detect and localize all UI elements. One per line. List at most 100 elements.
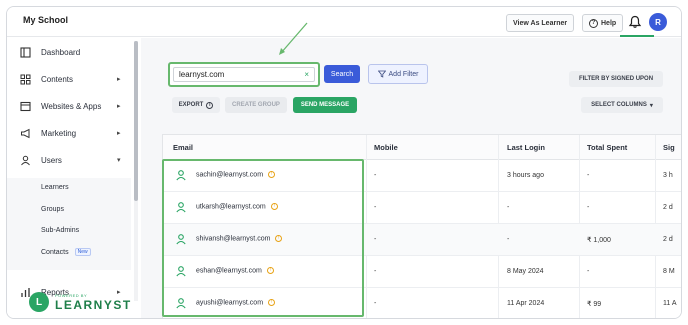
email-value: sachin@learnyst.com [196,171,264,179]
info-icon: i [206,101,214,109]
user-icon [176,202,186,213]
sidebar-item-contents[interactable]: Contents ▸ [7,68,131,90]
mobile-cell: - [374,268,377,275]
powered-by-logo: L POWERED BY LEARNYST [29,292,130,316]
column-header-last-login[interactable]: Last Login [507,143,545,152]
total-spent-cell: ₹ 99 [587,301,602,308]
search-button[interactable]: Search [324,65,360,83]
search-input-value: learnyst.com [179,70,225,79]
email-value: utkarsh@learnyst.com [196,203,266,211]
filter-icon [377,70,386,78]
users-submenu: Learners Groups Sub-Admins Contacts New [7,178,131,270]
email-cell[interactable]: sachin@learnyst.com ! [196,171,275,178]
total-spent-cell: ₹ 1,000 [587,237,611,244]
email-cell[interactable]: ayushi@learnyst.com ! [196,299,275,306]
table-row[interactable]: ayushi@learnyst.com ! - 11 Apr 2024 ₹ 99… [163,288,681,318]
main-content: learnyst.com × Search Add Filter FILTER … [141,38,681,318]
annotation-arrow-icon [279,22,308,55]
filter-signed-upon-button[interactable]: FILTER BY SIGNED UPON [569,71,663,87]
app-window: My School View As Learner ? Help R Dashb… [6,6,682,319]
grid-icon [20,74,31,84]
view-as-learner-label: View As Learner [513,19,568,27]
send-message-button[interactable]: SEND MESSAGE [293,97,357,113]
create-group-button[interactable]: CREATE GROUP [225,97,287,113]
column-header-signed[interactable]: Sig [663,143,675,152]
mobile-cell: - [374,236,377,243]
user-icon [176,234,186,245]
learners-table: Email Mobile Last Login Total Spent Sig … [162,134,681,318]
help-label: Help [601,19,617,27]
column-header-mobile[interactable]: Mobile [374,143,398,152]
sidebar-item-websites-apps[interactable]: Websites & Apps ▸ [7,95,131,117]
sidebar-item-label: Marketing [41,128,77,138]
table-header: Email Mobile Last Login Total Spent Sig [163,135,681,160]
user-icon [176,298,186,309]
column-header-total-spent[interactable]: Total Spent [587,143,627,152]
sidebar-item-users[interactable]: Users ▾ [7,149,131,171]
email-cell[interactable]: shivansh@learnyst.com ! [196,235,283,243]
bell-icon[interactable] [628,15,642,29]
signed-cell: 8 M [663,268,675,275]
last-login-cell: - [507,236,510,243]
select-columns-button[interactable]: SELECT COLUMNS ▾ [581,97,663,113]
chevron-right-icon: ▸ [117,103,121,110]
browser-icon [20,101,31,111]
sidebar-item-dashboard[interactable]: Dashboard [7,41,131,63]
view-as-learner-button[interactable]: View As Learner [506,14,575,32]
unverified-icon: ! [266,267,274,274]
email-value: shivansh@learnyst.com [196,235,271,243]
last-login-cell: 11 Apr 2024 [507,300,545,307]
help-button[interactable]: ? Help [582,14,624,32]
sidebar-subitem-learners[interactable]: Learners [41,184,69,191]
mobile-cell: - [374,172,377,179]
add-filter-button[interactable]: Add Filter [368,64,428,84]
email-value: eshan@learnyst.com [196,267,262,275]
export-label: EXPORT [178,102,204,108]
chevron-right-icon: ▸ [117,130,121,137]
table-row[interactable]: eshan@learnyst.com ! - 8 May 2024 - 8 M [163,256,681,288]
unverified-icon: ! [267,299,275,306]
user-icon [176,266,186,277]
clear-icon[interactable]: × [304,68,309,81]
signed-cell: 11 A [663,300,677,307]
export-button[interactable]: EXPORT i [172,97,220,113]
sidebar-item-marketing[interactable]: Marketing ▸ [7,122,131,144]
search-highlight: learnyst.com × [168,62,320,87]
unverified-icon: ! [270,203,278,210]
unverified-icon: ! [275,235,283,242]
dashboard-icon [20,46,31,58]
email-cell[interactable]: eshan@learnyst.com ! [196,267,274,274]
avatar[interactable]: R [649,13,667,31]
select-columns-label: SELECT COLUMNS [591,102,647,108]
sidebar-scrollbar-thumb[interactable] [134,41,138,201]
megaphone-icon [21,128,30,138]
sidebar-item-label: Users [41,155,62,165]
powered-by-name: LEARNYST [55,298,132,312]
chevron-down-icon: ▾ [649,102,653,109]
table-row[interactable]: utkarsh@learnyst.com ! - - - 2 d [163,192,681,224]
total-spent-cell: - [587,204,590,211]
sidebar-subitem-sub-admins[interactable]: Sub-Admins [41,227,79,234]
search-input[interactable]: learnyst.com × [173,67,315,82]
sidebar-item-label: Dashboard [41,47,81,57]
signed-cell: 3 h [663,172,673,179]
column-header-email[interactable]: Email [173,143,193,152]
top-header: My School View As Learner ? Help R [7,7,681,37]
contacts-label: Contacts [41,248,69,256]
email-cell[interactable]: utkarsh@learnyst.com ! [196,203,278,210]
mobile-cell: - [374,300,377,307]
sidebar-subitem-contacts[interactable]: Contacts New [41,248,91,256]
last-login-cell: - [507,204,510,211]
chevron-down-icon: ▾ [117,157,121,164]
active-indicator [620,35,654,37]
email-value: ayushi@learnyst.com [196,299,264,307]
question-icon: ? [589,18,598,28]
last-login-cell: 3 hours ago [507,172,544,179]
table-row[interactable]: sachin@learnyst.com ! - 3 hours ago - 3 … [163,160,681,192]
add-filter-label: Add Filter [388,70,419,78]
sidebar: Dashboard Contents ▸ Websites & Apps ▸ M… [7,38,137,318]
sidebar-subitem-groups[interactable]: Groups [41,206,64,213]
table-row[interactable]: shivansh@learnyst.com ! - - ₹ 1,000 2 d [163,224,681,256]
mobile-cell: - [374,204,377,211]
user-icon [21,155,30,165]
